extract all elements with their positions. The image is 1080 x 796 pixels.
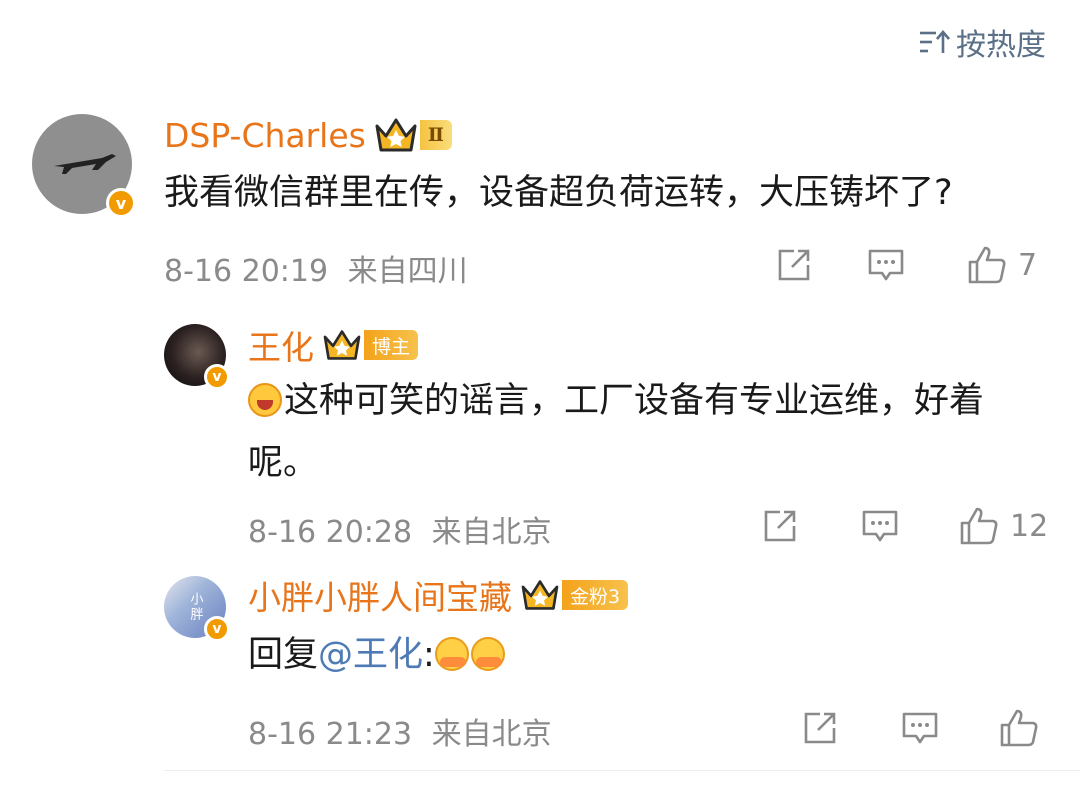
verified-badge: v (204, 616, 230, 642)
laugh-emoji-icon (248, 383, 282, 417)
like-count: 12 (1010, 508, 1049, 544)
share-icon (804, 712, 836, 744)
comment-source: 来自北京 (431, 515, 552, 550)
comment-source: 来自北京 (431, 717, 552, 752)
divider (164, 770, 1080, 771)
level-badge: Ⅱ (419, 120, 452, 150)
comment-author[interactable]: 王化 博主 (248, 321, 419, 369)
share-icon (764, 510, 796, 542)
comment-text-line2: 呢。 (248, 443, 319, 483)
comment-time: 8-16 20:19 (164, 254, 329, 289)
username[interactable]: DSP-Charles (164, 116, 366, 155)
thumbs-up-icon (1000, 709, 1038, 747)
like-count: 7 (1018, 247, 1038, 283)
sort-icon (920, 30, 950, 53)
comment-text: 这种可笑的谣言，工厂设备有专业运维，好着 呢。 (248, 370, 1058, 494)
username[interactable]: 小胖小胖人间宝藏 (248, 571, 512, 619)
thumbs-up-icon (968, 246, 1006, 284)
like-button[interactable]: 7 (966, 244, 1037, 286)
sort-label: 按热度 (956, 28, 1046, 63)
username[interactable]: 王化 (248, 321, 314, 369)
comment-actions: 12 (760, 505, 1048, 547)
share-button[interactable] (774, 245, 866, 285)
hug-emoji-icon (434, 637, 469, 671)
thumbs-up-icon (960, 507, 998, 545)
comment-actions (800, 707, 1040, 749)
verified-badge: v (204, 364, 230, 390)
comment-text: 我看微信群里在传，设备超负荷运转，大压铸坏了? (164, 173, 953, 213)
comment-author[interactable]: 小胖小胖人间宝藏 金粉3 (248, 571, 629, 619)
like-button[interactable]: 12 (958, 505, 1048, 547)
reply-button[interactable] (866, 245, 966, 285)
avatar[interactable]: 小胖 v (164, 576, 230, 642)
fan-badge: 金粉3 (562, 580, 629, 610)
comment-icon (862, 510, 898, 542)
like-button[interactable] (998, 707, 1040, 749)
comment-time: 8-16 20:28 (248, 515, 413, 550)
avatar[interactable]: v (164, 324, 230, 390)
comment-text: 回复@王化: (248, 624, 507, 686)
share-button[interactable] (760, 506, 860, 546)
comment-meta: 8-16 20:28 来自北京 (248, 507, 552, 551)
comment-author[interactable]: DSP-Charles Ⅱ (164, 114, 452, 156)
mention-link[interactable]: @王化 (318, 635, 423, 675)
verified-badge: v (106, 188, 136, 218)
share-button[interactable] (800, 708, 900, 748)
crown-icon (323, 330, 361, 360)
hug-emoji-icon (470, 637, 505, 671)
comment-time: 8-16 21:23 (248, 717, 413, 752)
comment-source: 来自四川 (347, 254, 468, 289)
comment-actions: 7 (774, 244, 1037, 286)
comment-meta: 8-16 21:23 来自北京 (248, 709, 552, 753)
reply-suffix: : (423, 635, 435, 675)
comment-meta: 8-16 20:19 来自四川 (164, 246, 468, 290)
comment-icon (868, 249, 904, 281)
reply-prefix: 回复 (248, 635, 319, 675)
reply-button[interactable] (900, 708, 998, 748)
crown-icon (521, 580, 559, 610)
crown-icon (375, 118, 417, 152)
share-icon (778, 249, 810, 281)
comment-text-line1: 这种可笑的谣言，工厂设备有专业运维，好着 (284, 381, 985, 421)
reply-button[interactable] (860, 506, 958, 546)
comment-icon (902, 712, 938, 744)
avatar-text: 小胖 (187, 592, 203, 622)
blogger-badge: 博主 (364, 330, 419, 360)
avatar[interactable]: v (32, 114, 136, 218)
sort-by-hot-button[interactable]: 按热度 (918, 22, 1046, 63)
